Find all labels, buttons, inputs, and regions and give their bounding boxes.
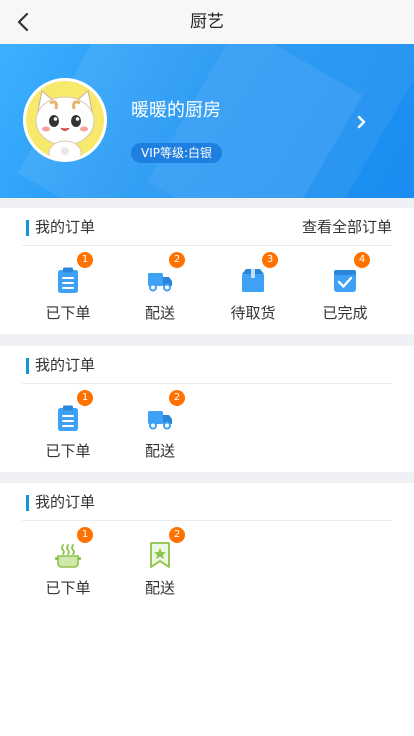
section-accent-bar	[26, 495, 29, 511]
clipboard-icon	[58, 405, 78, 431]
count-badge: 3	[262, 252, 278, 268]
cat-avatar-icon	[26, 81, 104, 159]
order-item-label: 配送	[144, 304, 175, 322]
order-item-placed[interactable]: 1 已下单	[18, 246, 118, 332]
box-icon	[242, 269, 264, 292]
section-divider	[0, 472, 414, 483]
section-title: 我的订单	[35, 218, 96, 236]
page-title: 厨艺	[190, 12, 224, 32]
order-item-pickup[interactable]: 3 待取货	[203, 246, 303, 332]
order-item-delivery[interactable]: 2 配送	[110, 246, 210, 332]
nav-bar: 厨艺	[0, 0, 414, 44]
check-square-icon	[334, 270, 356, 292]
order-item-completed[interactable]: 4 已完成	[295, 246, 395, 332]
view-all-orders-link[interactable]: 查看全部订单	[302, 208, 392, 246]
section-divider	[0, 198, 414, 208]
order-item-label: 已下单	[45, 442, 91, 460]
order-item-label: 已下单	[45, 579, 91, 597]
steaming-pot-icon	[55, 544, 81, 568]
order-item-placed[interactable]: 1 已下单	[18, 384, 118, 470]
order-item-delivery[interactable]: 2 配送	[110, 384, 210, 470]
order-section-2: 我的订单 1 已下单 2 配送	[0, 346, 414, 472]
count-badge: 1	[77, 252, 93, 268]
section-title: 我的订单	[35, 493, 96, 511]
star-bookmark-icon	[150, 542, 170, 568]
section-header: 我的订单	[22, 483, 392, 521]
count-badge: 1	[77, 527, 93, 543]
count-badge: 2	[169, 252, 185, 268]
section-accent-bar	[26, 358, 29, 374]
truck-icon	[148, 411, 172, 430]
order-item-delivery[interactable]: 2 配送	[110, 521, 210, 607]
profile-banner[interactable]: 暖暖的厨房 VIP等级:白银	[0, 44, 414, 198]
order-section-3: 我的订单 1 已下单 2 配送	[0, 483, 414, 609]
order-item-label: 配送	[144, 442, 175, 460]
order-item-label: 配送	[144, 579, 175, 597]
section-title: 我的订单	[35, 356, 96, 374]
profile-name: 暖暖的厨房	[131, 100, 221, 121]
chevron-right-icon[interactable]	[352, 110, 372, 134]
order-item-label: 待取货	[230, 304, 276, 322]
avatar[interactable]	[23, 78, 107, 162]
truck-icon	[148, 273, 172, 292]
order-item-label: 已完成	[322, 304, 368, 322]
order-item-label: 已下单	[45, 304, 91, 322]
count-badge: 2	[169, 527, 185, 543]
count-badge: 2	[169, 390, 185, 406]
count-badge: 1	[77, 390, 93, 406]
section-divider	[0, 334, 414, 346]
clipboard-icon	[58, 267, 78, 293]
vip-badge: VIP等级:白银	[131, 143, 223, 163]
section-header: 我的订单	[22, 346, 392, 384]
order-section-1: 我的订单 查看全部订单 1 已下单 2 配送 3 待取货 4 已完成	[0, 208, 414, 334]
section-accent-bar	[26, 220, 29, 236]
order-item-placed[interactable]: 1 已下单	[18, 521, 118, 607]
count-badge: 4	[354, 252, 370, 268]
